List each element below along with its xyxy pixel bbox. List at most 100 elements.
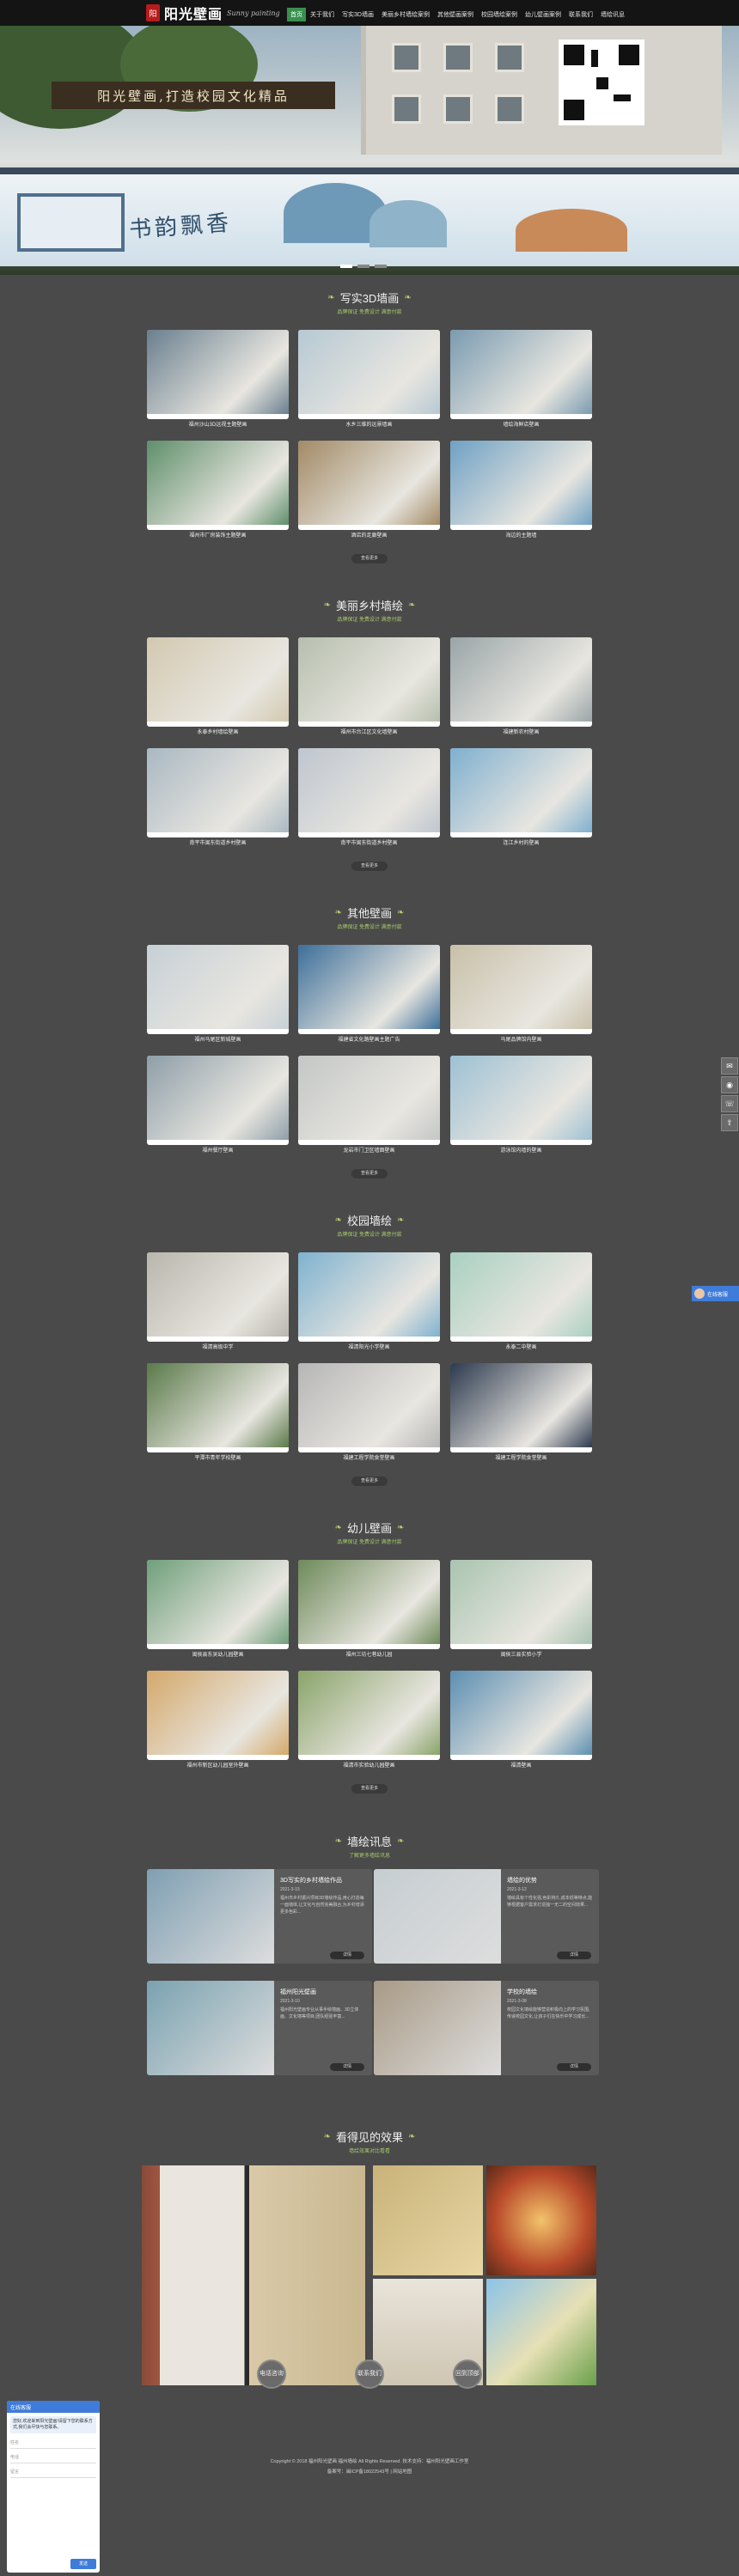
chat-send-button[interactable]: 发送 (70, 2559, 96, 2569)
news-more-button[interactable]: 详情 (557, 2063, 591, 2071)
case-card[interactable] (147, 1560, 289, 1649)
nav-news[interactable]: 墙绘讯息 (597, 8, 628, 21)
site-logo[interactable]: 阳 阳光壁画 Sunny painting (146, 3, 280, 22)
case-caption[interactable]: 福建工程学院食堂壁画 (450, 1453, 592, 1461)
case-card[interactable] (450, 1560, 592, 1649)
case-caption[interactable]: 连江乡村的壁画 (450, 838, 592, 846)
effect-image[interactable] (486, 2165, 596, 2275)
hero-banner[interactable]: 阳光壁画,打造校园文化精品 书韵飘香 (0, 26, 739, 275)
case-card[interactable] (450, 945, 592, 1034)
view-more-button[interactable]: 查看更多 (351, 1169, 388, 1178)
case-card[interactable] (147, 1056, 289, 1145)
case-card[interactable] (298, 748, 440, 837)
news-more-button[interactable]: 详情 (330, 2063, 364, 2071)
chat-widget[interactable]: 在线客服 您好,欢迎来到阳光壁画!请留下您的联系方式,我们会尽快与您联系。 姓名… (7, 2401, 100, 2573)
case-caption[interactable]: 闽侯县东吴幼儿园壁画 (147, 1650, 289, 1658)
case-caption[interactable]: 福州沙山3D远视主题壁画 (147, 420, 289, 428)
qq-icon[interactable]: ◉ (721, 1076, 738, 1093)
case-card[interactable] (450, 748, 592, 837)
case-caption[interactable]: 福清阳光小学壁画 (298, 1343, 440, 1350)
effect-image[interactable] (373, 2165, 483, 2275)
view-more-button[interactable]: 查看更多 (351, 554, 388, 563)
news-card[interactable]: 3D写实的乡村墙绘作品 2021-3-15 福州市乡村振兴项目3D墙绘作品,用心打造… (147, 1869, 372, 1964)
nav-3d-painting[interactable]: 写实3D墙画 (339, 8, 377, 21)
news-title[interactable]: 福州阳光壁画 (280, 1988, 366, 1996)
case-card[interactable] (450, 1671, 592, 1760)
case-card[interactable] (147, 945, 289, 1034)
case-card[interactable] (298, 1056, 440, 1145)
chat-phone-field[interactable]: 电话 (10, 2451, 96, 2463)
case-caption[interactable]: 南平市闽东街道乡村壁画 (147, 838, 289, 846)
phone-consult-button[interactable]: 电话咨询 (257, 2360, 286, 2389)
case-caption[interactable]: 马尾品牌馆内壁画 (450, 1035, 592, 1043)
case-caption[interactable]: 平潭市青年学校壁画 (147, 1453, 289, 1461)
effect-image[interactable] (486, 2279, 596, 2385)
view-more-button[interactable]: 查看更多 (351, 1784, 388, 1793)
case-caption[interactable]: 福州马尾区新城壁画 (147, 1035, 289, 1043)
case-caption[interactable]: 墙绘海鲜店壁画 (450, 420, 592, 428)
case-card[interactable] (450, 1252, 592, 1342)
case-card[interactable] (147, 330, 289, 419)
news-card[interactable]: 福州阳光壁画 2021-3-10 福州阳光壁画专业从事手绘墙画、3D立体画、文化墙等… (147, 1981, 372, 2075)
case-card[interactable] (298, 1671, 440, 1760)
case-caption[interactable]: 福清高级中学 (147, 1343, 289, 1350)
nav-other[interactable]: 其他壁画案例 (434, 8, 477, 21)
carousel-dot[interactable] (375, 265, 387, 268)
carousel-dot[interactable] (340, 265, 352, 268)
case-caption[interactable]: 海边的主题墙 (450, 531, 592, 539)
case-caption[interactable]: 福建工程学院食堂壁画 (298, 1453, 440, 1461)
nav-campus[interactable]: 校园墙绘案例 (478, 8, 521, 21)
case-card[interactable] (147, 748, 289, 837)
case-caption[interactable]: 水乡三维的远景墙画 (298, 420, 440, 428)
case-card[interactable] (298, 637, 440, 727)
case-caption[interactable]: 福清市实验幼儿园壁画 (298, 1761, 440, 1769)
view-more-button[interactable]: 查看更多 (351, 862, 388, 871)
case-caption[interactable]: 永泰二中壁画 (450, 1343, 592, 1350)
case-card[interactable] (298, 441, 440, 530)
case-card[interactable] (450, 330, 592, 419)
case-card[interactable] (298, 945, 440, 1034)
case-caption[interactable]: 酒店的走廊壁画 (298, 531, 440, 539)
case-card[interactable] (298, 1252, 440, 1342)
icp-text[interactable]: 备案号：闽ICP备18022543号 | 网站地图 (0, 2468, 739, 2475)
view-more-button[interactable]: 查看更多 (351, 1477, 388, 1486)
case-card[interactable] (147, 1252, 289, 1342)
news-title[interactable]: 墙绘的优势 (507, 1876, 593, 1885)
phone-icon[interactable]: ☏ (721, 1095, 738, 1112)
case-caption[interactable]: 福州三坊七巷幼儿园 (298, 1650, 440, 1658)
news-card[interactable]: 墙绘的优势 2021-3-12 墙绘具有个性化强,色彩持久,成本低等特点,能够根据客… (374, 1869, 599, 1964)
case-caption[interactable]: 南平市闽东街道乡村壁画 (298, 838, 440, 846)
nav-contact[interactable]: 联系我们 (565, 8, 596, 21)
case-card[interactable] (450, 441, 592, 530)
nav-home[interactable]: 首页 (287, 8, 306, 21)
case-card[interactable] (147, 441, 289, 530)
back-top-icon[interactable]: ⇧ (721, 1114, 738, 1131)
news-more-button[interactable]: 详情 (557, 1952, 591, 1959)
nav-kids[interactable]: 幼儿壁画案例 (522, 8, 565, 21)
chat-message-field[interactable]: 留言 (10, 2466, 96, 2478)
case-card[interactable] (450, 1363, 592, 1452)
back-to-top-button[interactable]: 回到顶部 (453, 2360, 482, 2389)
news-title[interactable]: 3D写实的乡村墙绘作品 (280, 1876, 366, 1885)
chat-name-field[interactable]: 姓名 (10, 2437, 96, 2449)
contact-us-button[interactable]: 联系我们 (355, 2360, 384, 2389)
effect-image-before-after[interactable] (142, 2165, 365, 2385)
case-caption[interactable]: 闽侯三县实验小学 (450, 1650, 592, 1658)
case-caption[interactable]: 福建省文化路壁画主题广告 (298, 1035, 440, 1043)
case-caption[interactable]: 福建新农村壁画 (450, 728, 592, 735)
case-card[interactable] (450, 1056, 592, 1145)
case-card[interactable] (298, 330, 440, 419)
case-card[interactable] (147, 1671, 289, 1760)
online-service-button[interactable]: 在线客服 (692, 1286, 739, 1301)
case-caption[interactable]: 福州市新区幼儿园室外壁画 (147, 1761, 289, 1769)
case-card[interactable] (298, 1560, 440, 1649)
nav-about[interactable]: 关于我们 (307, 8, 338, 21)
case-caption[interactable]: 福州餐厅壁画 (147, 1146, 289, 1154)
news-card[interactable]: 学校的墙绘 2021-3-08 校园文化墙绘能够营造积极向上的学习氛围,传递校园文化… (374, 1981, 599, 2075)
nav-village[interactable]: 美丽乡村墙绘案例 (378, 8, 433, 21)
case-card[interactable] (147, 637, 289, 727)
case-caption[interactable]: 福州市厂房装饰主题壁画 (147, 531, 289, 539)
news-title[interactable]: 学校的墙绘 (507, 1988, 593, 1996)
case-caption[interactable]: 永泰乡村墙绘壁画 (147, 728, 289, 735)
case-card[interactable] (147, 1363, 289, 1452)
